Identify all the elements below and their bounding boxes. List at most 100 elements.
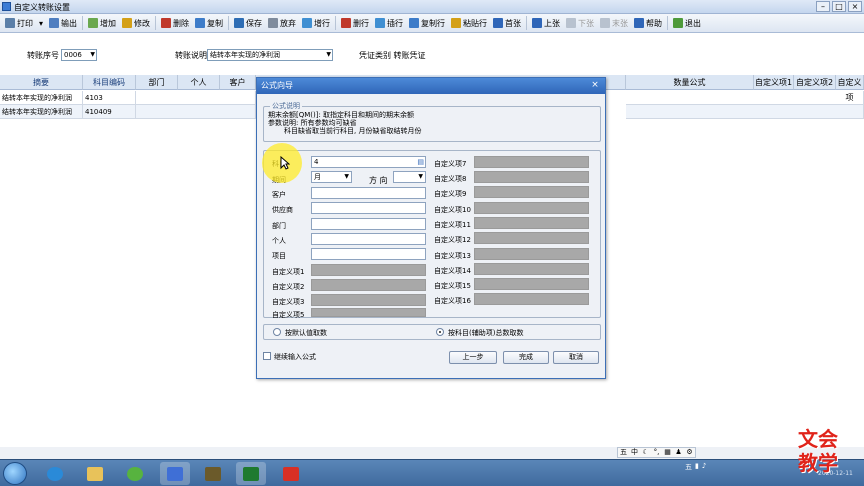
group-title: 公式说明 <box>270 101 302 111</box>
last-icon <box>600 18 611 28</box>
toolbar-item[interactable]: 打印 <box>2 15 36 32</box>
volume-icon[interactable]: ♪ <box>702 462 706 472</box>
ime-button[interactable]: ♟ <box>673 448 684 457</box>
radio-subject[interactable] <box>436 328 444 336</box>
minimize-button[interactable]: – <box>816 1 830 12</box>
toolbar-separator <box>155 16 157 30</box>
toolbar-item[interactable]: 下张 <box>563 15 597 32</box>
subject-input[interactable]: 4 ▤ <box>311 156 426 168</box>
col-header-code[interactable]: 科目编码 <box>83 75 136 90</box>
start-button[interactable] <box>3 462 27 485</box>
toolbar-item[interactable]: 退出 <box>670 15 704 32</box>
toolbar-item[interactable]: 保存 <box>231 15 265 32</box>
custom15-input-disabled <box>474 278 589 290</box>
toolbar-item[interactable]: 粘贴行 <box>448 15 490 32</box>
toolbar-item-label: 插行 <box>387 18 404 28</box>
close-icon[interactable]: × <box>588 80 602 91</box>
close-window-button[interactable]: × <box>848 1 862 12</box>
toolbar-item[interactable]: ▾ <box>36 15 46 32</box>
customer-input[interactable] <box>311 187 426 199</box>
field-label: 自定义项2 <box>272 283 305 291</box>
ime-button[interactable]: ☾ <box>640 448 651 457</box>
ie-taskbar-icon[interactable] <box>40 462 70 485</box>
reference-icon[interactable]: ▤ <box>417 157 424 167</box>
ime-tray-icon[interactable]: 五 <box>685 462 692 472</box>
toolbar-item-label: 复制行 <box>421 18 446 28</box>
custom10-input-disabled <box>474 202 589 214</box>
network-icon[interactable]: ▮ <box>695 462 699 472</box>
discard-icon <box>268 18 279 28</box>
direction-select[interactable]: ▼ <box>393 171 426 183</box>
window-title: 自定义转账设置 <box>14 3 70 12</box>
col-header-customer[interactable]: 客户 <box>220 75 256 90</box>
u8-taskbar-icon[interactable] <box>276 462 306 485</box>
continue-label[interactable]: 继续输入公式 <box>274 352 316 362</box>
toolbar-item-label: 删行 <box>353 18 370 28</box>
radio-default-label[interactable]: 按默认值取数 <box>285 328 327 338</box>
toolbar-item-label: 下张 <box>578 18 595 28</box>
print-icon <box>5 18 15 28</box>
green-app-taskbar-icon[interactable] <box>236 462 266 485</box>
toolbar-item[interactable]: 帮助 <box>631 15 665 32</box>
toolbar-item[interactable]: 增行 <box>299 15 333 32</box>
col-header-custom3[interactable]: 自定义项 <box>836 75 864 102</box>
delete-icon <box>161 18 172 28</box>
col-header-custom2[interactable]: 自定义项2 <box>794 75 836 90</box>
ime-button[interactable]: 中 <box>629 448 640 457</box>
table-cell[interactable] <box>136 91 256 105</box>
table-cell[interactable]: 410409 <box>83 105 136 119</box>
field-label: 自定义项8 <box>434 175 467 183</box>
toolbar-item[interactable]: 修改 <box>119 15 153 32</box>
project-input[interactable] <box>311 248 426 260</box>
seq-select[interactable]: 0006 ▼ <box>61 49 97 61</box>
toolbar-item[interactable]: 末张 <box>597 15 631 32</box>
prev-step-button[interactable]: 上一步 <box>449 351 497 364</box>
field-label: 自定义项12 <box>434 236 471 244</box>
toolbar-item[interactable]: 复制 <box>192 15 226 32</box>
table-cell[interactable]: 结转本年实现的净利润 <box>0 91 83 105</box>
ime-button[interactable]: ▦ <box>662 448 673 457</box>
toolbar-item[interactable]: 放弃 <box>265 15 299 32</box>
toolbar-item[interactable]: 删除 <box>158 15 192 32</box>
person-input[interactable] <box>311 233 426 245</box>
table-cell[interactable] <box>626 105 864 119</box>
table-cell[interactable]: 结转本年实现的净利润 <box>0 105 83 119</box>
continue-checkbox[interactable] <box>263 352 271 360</box>
cancel-button[interactable]: 取消 <box>553 351 599 364</box>
custom8-input-disabled <box>474 171 589 183</box>
ime-button[interactable]: ⚙ <box>684 448 695 457</box>
radio-subject-label[interactable]: 按科目(辅助项)总数取数 <box>448 328 523 338</box>
toolbar-item[interactable]: 插行 <box>372 15 406 32</box>
field-label: 自定义项3 <box>272 298 305 306</box>
finish-button[interactable]: 完成 <box>503 351 549 364</box>
col-header-custom1[interactable]: 自定义项1 <box>754 75 794 90</box>
maximize-button[interactable]: □ <box>832 1 846 12</box>
toolbar-item[interactable]: 删行 <box>338 15 372 32</box>
department-input[interactable] <box>311 218 426 230</box>
period-value: 月 <box>314 173 321 181</box>
explorer-taskbar-icon[interactable] <box>80 462 110 485</box>
table-cell[interactable] <box>136 105 256 119</box>
table-cell[interactable]: 4103 <box>83 91 136 105</box>
toolbar-item[interactable]: 输出 <box>46 15 80 32</box>
toolbar-item[interactable]: 增加 <box>85 15 119 32</box>
period-select[interactable]: 月 ▼ <box>311 171 352 183</box>
col-header-qty-formula[interactable]: 数量公式 <box>626 75 754 90</box>
media-taskbar-icon[interactable] <box>120 462 150 485</box>
ime-button[interactable]: 五 <box>618 448 629 457</box>
supplier-input[interactable] <box>311 202 426 214</box>
ppt-taskbar-icon[interactable] <box>198 462 228 485</box>
field-label: 自定义项14 <box>434 267 471 275</box>
app-taskbar-icon[interactable] <box>160 462 190 485</box>
radio-default[interactable] <box>273 328 281 336</box>
col-header-dept[interactable]: 部门 <box>136 75 178 90</box>
col-header-summary[interactable]: 摘要 <box>0 75 83 90</box>
col-header-person[interactable]: 个人 <box>178 75 220 90</box>
table-cell[interactable] <box>626 91 864 105</box>
desc-select[interactable]: 结转本年实现的净利润 ▼ <box>207 49 333 61</box>
toolbar-item[interactable]: 复制行 <box>406 15 448 32</box>
ime-button[interactable]: °, <box>651 448 662 457</box>
toolbar-item[interactable]: 上张 <box>529 15 563 32</box>
field-label: 自定义项15 <box>434 282 471 290</box>
toolbar-item[interactable]: 首张 <box>490 15 524 32</box>
